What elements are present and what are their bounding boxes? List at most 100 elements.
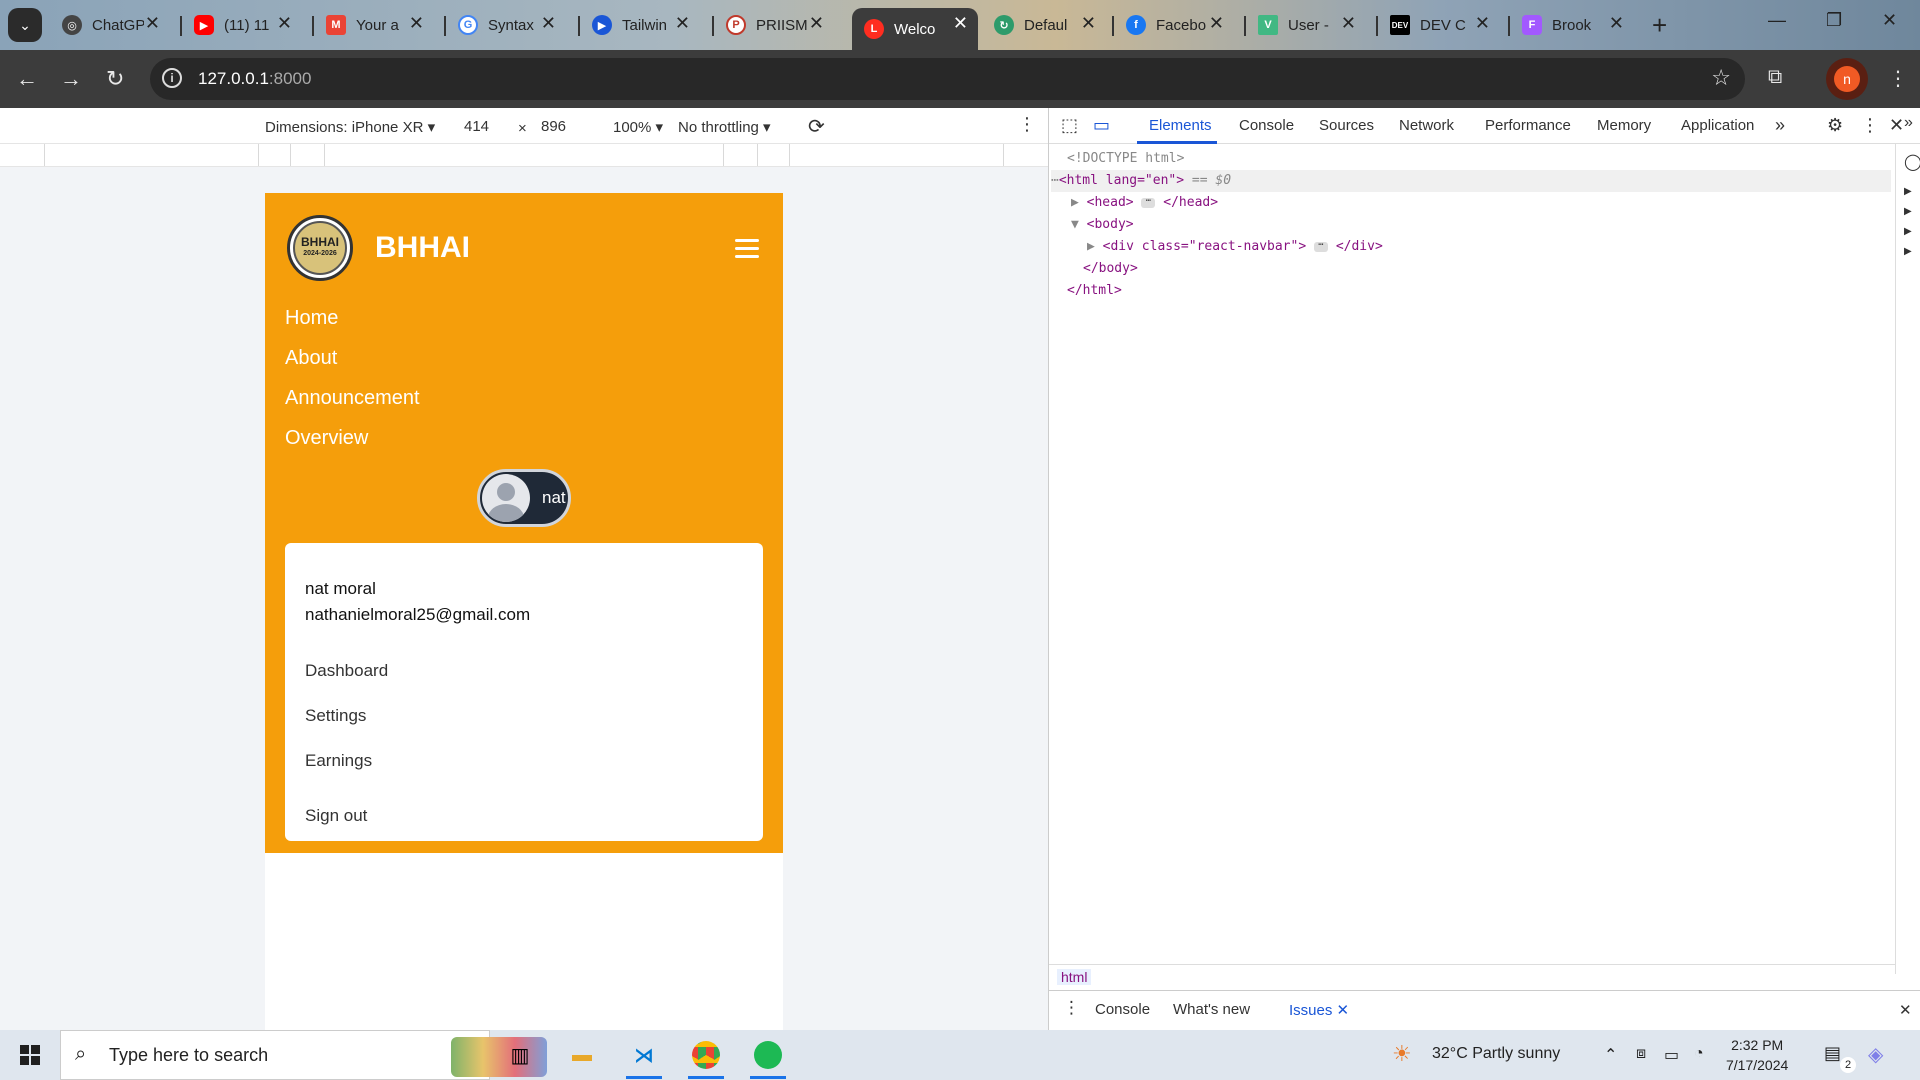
wifi-icon[interactable]: ◔ (1694, 1045, 1704, 1063)
device-more-icon[interactable]: ⋮ (1018, 114, 1036, 135)
nav-link-home[interactable]: Home (285, 307, 338, 330)
drawer-tab-console[interactable]: Console (1095, 1001, 1150, 1018)
url-text[interactable]: 127.0.0.1:8000 (198, 69, 311, 89)
dom-body-close[interactable]: </body> (1083, 258, 1891, 280)
width-input[interactable]: 414 (464, 118, 489, 135)
hamburger-menu-icon[interactable] (735, 239, 759, 263)
browser-tab[interactable]: f Facebo ✕ (1114, 8, 1234, 42)
browser-tab[interactable]: ▶ (11) 11 ✕ (182, 8, 302, 42)
dropdown-item-earnings[interactable]: Earnings (305, 751, 372, 771)
spotify-icon[interactable] (744, 1035, 792, 1079)
tab-performance[interactable]: Performance (1485, 117, 1571, 134)
file-explorer-icon[interactable]: ▬ (558, 1035, 606, 1075)
dom-html-node[interactable]: ⋯<html lang="en"> == $0 (1051, 170, 1891, 192)
browser-menu-icon[interactable]: ⋮ (1888, 66, 1908, 91)
browser-tab[interactable]: ▶ Tailwin ✕ (580, 8, 700, 42)
breadcrumb-html[interactable]: html (1057, 969, 1092, 985)
taskbar-clock[interactable]: 2:32 PM 7/17/2024 (1726, 1035, 1788, 1075)
expand-arrow-icon[interactable]: ▶ (1071, 195, 1087, 210)
browser-tab[interactable]: P PRIISM ✕ (714, 8, 834, 42)
drawer-tab-whats-new[interactable]: What's new (1173, 1001, 1250, 1018)
device-toggle-icon[interactable]: ▭ (1093, 115, 1110, 136)
tray-overflow-icon[interactable]: ⌃ (1604, 1045, 1617, 1065)
browser-tab[interactable]: F Brook ✕ (1510, 8, 1634, 42)
dom-body-node[interactable]: ▼ <body> (1071, 214, 1891, 236)
restore-icon[interactable]: ❐ (1826, 10, 1842, 31)
browser-tab[interactable]: DEV DEV C ✕ (1378, 8, 1500, 42)
close-tab-icon[interactable]: ✕ (1475, 13, 1490, 34)
address-bar[interactable]: i 127.0.0.1:8000 ☆ (150, 58, 1745, 100)
dom-head-node[interactable]: ▶ <head> ⋯ </head> (1071, 192, 1891, 214)
extensions-icon[interactable]: ⧉ (1768, 66, 1782, 89)
tab-network[interactable]: Network (1399, 117, 1454, 134)
more-tabs-icon[interactable]: » (1775, 115, 1785, 136)
new-tab-button[interactable]: + (1652, 10, 1667, 41)
close-tab-icon[interactable]: ✕ (541, 13, 556, 34)
drawer-menu-icon[interactable]: ⋮ (1063, 998, 1080, 1018)
minimize-icon[interactable]: — (1768, 10, 1786, 31)
tab-application[interactable]: Application (1681, 117, 1754, 134)
tab-elements[interactable]: Elements (1149, 117, 1212, 134)
close-tab-icon[interactable]: ✕ (953, 13, 968, 34)
browser-tab-active[interactable]: L Welco ✕ (852, 8, 978, 50)
weather-icon[interactable]: ☀ (1392, 1041, 1412, 1067)
zoom-select[interactable]: 100% ▾ (613, 118, 663, 136)
close-tab-icon[interactable]: ✕ (1609, 13, 1624, 34)
device-icon[interactable]: ⧈ (1636, 1045, 1646, 1063)
browser-tab[interactable]: G Syntax ✕ (446, 8, 566, 42)
nav-link-announcement[interactable]: Announcement (285, 387, 420, 410)
user-menu-toggle[interactable]: nat (477, 469, 571, 527)
settings-gear-icon[interactable]: ⚙ (1827, 115, 1843, 136)
browser-tab[interactable]: M Your a ✕ (314, 8, 434, 42)
vscode-icon[interactable]: ⋊ (620, 1035, 668, 1079)
brand-title[interactable]: BHHAI (375, 231, 470, 265)
site-logo[interactable]: BHHAI 2024-2026 (287, 215, 353, 281)
copilot-icon[interactable]: ◈ (1868, 1042, 1883, 1067)
site-info-icon[interactable]: i (162, 68, 182, 88)
profile-avatar[interactable]: n (1834, 66, 1860, 92)
refresh-icon[interactable]: ◯ (1904, 152, 1920, 172)
close-tab-icon[interactable]: ✕ (675, 13, 690, 34)
collapsed-ellipsis[interactable]: ⋯ (1141, 196, 1156, 208)
notifications-icon[interactable]: ▤ (1824, 1043, 1841, 1064)
nav-link-overview[interactable]: Overview (285, 427, 368, 450)
close-drawer-icon[interactable]: ✕ (1899, 1001, 1912, 1019)
tab-sources[interactable]: Sources (1319, 117, 1374, 134)
chrome-icon[interactable] (682, 1035, 730, 1079)
close-tab-icon[interactable]: ✕ (809, 13, 824, 34)
windows-start-icon[interactable] (20, 1045, 40, 1065)
close-tab-icon[interactable]: ✕ (1209, 13, 1224, 34)
dom-doctype[interactable]: <!DOCTYPE html> (1067, 148, 1891, 170)
reload-icon[interactable]: ↻ (106, 66, 124, 92)
close-issues-icon[interactable]: ✕ (1337, 1002, 1350, 1019)
nav-link-about[interactable]: About (285, 347, 337, 370)
dom-html-close[interactable]: </html> (1067, 280, 1891, 302)
sidebar-expand-arrow[interactable]: ▶ (1904, 226, 1912, 237)
close-tab-icon[interactable]: ✕ (145, 13, 160, 34)
expand-arrow-icon[interactable]: ▶ (1087, 239, 1103, 254)
sidebar-expand-arrow[interactable]: ▶ (1904, 186, 1912, 197)
back-icon[interactable]: ← (16, 66, 38, 92)
browser-tab[interactable]: ↻ Defaul ✕ (982, 8, 1106, 42)
forward-icon[interactable]: → (60, 66, 82, 92)
battery-icon[interactable]: ▭ (1664, 1045, 1679, 1065)
task-view-icon[interactable]: ▥ (496, 1035, 544, 1075)
weather-text[interactable]: 32°C Partly sunny (1432, 1045, 1560, 1063)
sidebar-expand-arrow[interactable]: ▶ (1904, 206, 1912, 217)
close-tab-icon[interactable]: ✕ (277, 13, 292, 34)
taskbar-search[interactable]: ⌕ Type here to search (60, 1030, 547, 1080)
close-tab-icon[interactable]: ✕ (1081, 13, 1096, 34)
collapse-arrow-icon[interactable]: ▼ (1071, 217, 1087, 232)
inspect-element-icon[interactable]: ⬚ (1061, 115, 1078, 136)
collapsed-ellipsis[interactable]: ⋯ (1313, 240, 1328, 252)
dropdown-item-signout[interactable]: Sign out (305, 806, 367, 826)
dropdown-item-settings[interactable]: Settings (305, 706, 366, 726)
height-input[interactable]: 896 (541, 118, 566, 135)
browser-tab[interactable]: ◎ ChatGPT ✕ (50, 8, 170, 42)
tab-search-button[interactable]: ⌄ (8, 8, 42, 42)
device-select[interactable]: Dimensions: iPhone XR ▾ (265, 118, 435, 136)
browser-tab[interactable]: V User - ✕ (1246, 8, 1366, 42)
throttling-select[interactable]: No throttling ▾ (678, 118, 771, 136)
expand-sidebar-icon[interactable]: » (1904, 114, 1913, 132)
rotate-icon[interactable]: ⟳ (808, 114, 825, 139)
